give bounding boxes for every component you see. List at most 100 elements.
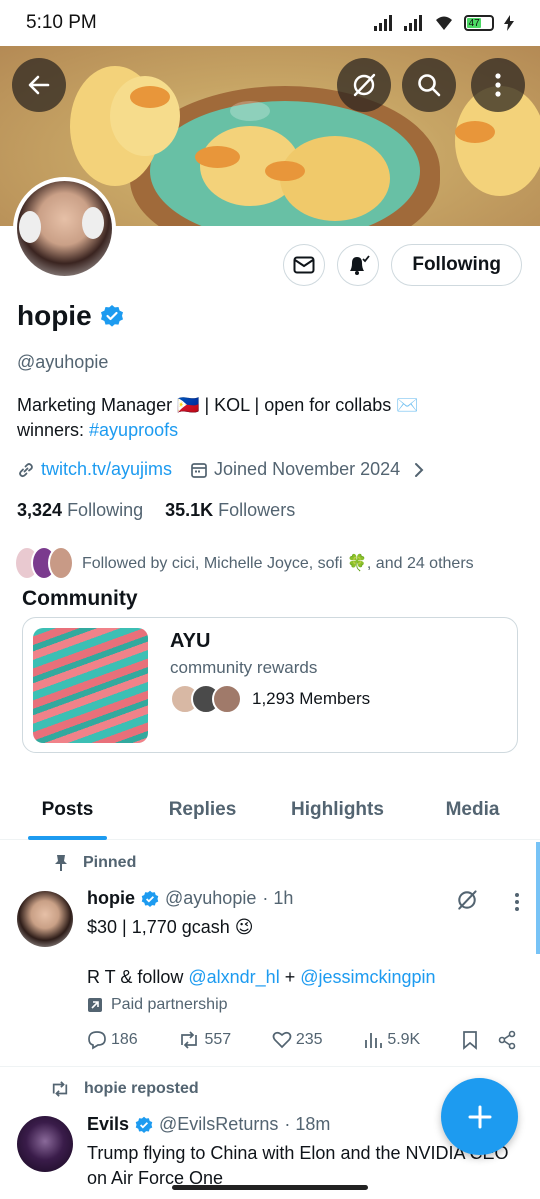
grok-icon <box>353 73 376 97</box>
link-icon <box>19 462 33 477</box>
bio-line-1: Marketing Manager 🇵🇭 | KOL | open for co… <box>17 395 419 415</box>
paid-partnership-icon <box>88 998 102 1012</box>
status-time: 5:10 PM <box>26 12 97 33</box>
status-bar: 5:10 PM 47 <box>0 0 540 46</box>
profile-actions: Following <box>283 244 522 286</box>
bookmark-icon[interactable] <box>461 1030 479 1050</box>
mention-link-1[interactable]: @alxndr_hl <box>188 967 279 987</box>
followed-by-text: Followed by cici, Michelle Joyce, sofi 🍀… <box>82 555 474 572</box>
community-card[interactable]: AYU community rewards 1,293 Members <box>22 617 518 753</box>
pin-icon <box>55 855 67 871</box>
post-line-2-mid: + <box>279 967 301 987</box>
post-grok-button[interactable] <box>455 888 479 917</box>
following-label: Following <box>67 500 144 520</box>
grok-icon <box>458 890 477 910</box>
following-button[interactable]: Following <box>391 244 522 286</box>
message-button[interactable] <box>283 244 326 286</box>
pinned-label: Pinned <box>83 854 137 871</box>
post-divider <box>0 1066 540 1067</box>
share-icon[interactable] <box>497 1030 517 1050</box>
followers-count-link[interactable]: 35.1K Followers <box>165 500 295 521</box>
scroll-indicator <box>536 842 540 954</box>
bio-line-2: winners: #ayuproofs <box>17 418 517 443</box>
repost-label: hopie reposted <box>84 1080 199 1097</box>
like-count: 235 <box>295 1031 323 1048</box>
post-author-handle: @ayuhopie <box>165 888 257 908</box>
profile-avatar[interactable] <box>13 177 116 280</box>
profile-name: hopie <box>17 300 92 331</box>
member-avatars <box>170 684 242 714</box>
bookmark-and-share <box>461 1030 517 1050</box>
post-author-avatar[interactable] <box>17 891 73 947</box>
following-count: 3,324 <box>17 500 63 520</box>
post-author-avatar[interactable] <box>17 1116 73 1172</box>
more-vertical-icon <box>515 893 519 911</box>
member-avatar <box>212 684 242 714</box>
search-button[interactable] <box>402 58 456 112</box>
post-more-button[interactable] <box>514 892 520 917</box>
repost-indicator: hopie reposted <box>50 1080 199 1098</box>
back-button[interactable] <box>12 58 66 112</box>
bio-hashtag-link[interactable]: #ayuproofs <box>89 420 178 440</box>
heart-icon <box>272 1031 292 1049</box>
charging-icon <box>504 15 514 31</box>
more-options-button[interactable] <box>471 58 525 112</box>
repost-button[interactable]: 557 <box>178 1030 231 1050</box>
signal-icon <box>374 15 392 31</box>
followers-label: Followers <box>218 500 296 520</box>
verified-badge-icon <box>141 890 159 907</box>
following-count-link[interactable]: 3,324 Following <box>17 500 143 521</box>
bell-check-icon <box>350 255 371 275</box>
like-button[interactable]: 235 <box>272 1030 323 1050</box>
battery-level: 47 <box>467 18 482 29</box>
notifications-button[interactable] <box>337 244 380 286</box>
banner-duck-beak <box>130 86 170 108</box>
battery-icon: 47 <box>464 15 494 31</box>
post-action-bar: 186 557 235 5.9K <box>87 1030 517 1050</box>
community-name: AYU <box>170 630 211 652</box>
profile-website-link[interactable]: twitch.tv/ayujims <box>41 459 172 480</box>
tab-highlights[interactable]: Highlights <box>270 784 405 839</box>
community-members: 1,293 Members <box>170 684 370 714</box>
followed-by-row[interactable]: Followed by cici, Michelle Joyce, sofi 🍀… <box>14 546 474 580</box>
mail-icon <box>293 256 315 274</box>
post-author-handle: @EvilsReturns <box>159 1114 279 1134</box>
repost-icon <box>52 1081 68 1097</box>
arrow-left-icon <box>28 75 50 95</box>
mention-link-2[interactable]: @jessimckingpin <box>300 967 435 987</box>
banner-highlight <box>230 101 270 121</box>
tab-posts[interactable]: Posts <box>0 784 135 840</box>
post-author-name[interactable]: hopie <box>87 888 135 909</box>
post-header: hopie @ayuhopie · 1h <box>87 888 293 909</box>
compose-post-button[interactable] <box>441 1078 518 1155</box>
grok-button[interactable] <box>337 58 391 112</box>
tab-media[interactable]: Media <box>405 784 540 839</box>
post-author-name[interactable]: Evils <box>87 1114 129 1135</box>
followed-by-avatars <box>14 546 74 580</box>
profile-name-row: hopie <box>17 300 124 332</box>
community-subtitle: community rewards <box>170 658 318 677</box>
profile-follow-counts: 3,324 Following 35.1K Followers <box>17 500 295 521</box>
signal-icon-2 <box>404 15 422 31</box>
home-indicator[interactable] <box>172 1185 368 1190</box>
repost-count: 557 <box>204 1031 232 1048</box>
reply-button[interactable]: 186 <box>87 1030 138 1050</box>
profile-handle: @ayuhopie <box>17 352 109 372</box>
community-image <box>33 628 148 743</box>
profile-tabs: Posts Replies Highlights Media <box>0 784 540 840</box>
verified-badge-icon <box>135 1116 153 1133</box>
post-time: · 1h <box>262 888 294 908</box>
views-button[interactable]: 5.9K <box>363 1030 420 1050</box>
repost-icon <box>181 1031 198 1049</box>
tab-replies[interactable]: Replies <box>135 784 270 839</box>
paid-partnership-text: Paid partnership <box>111 996 228 1013</box>
post-line-1: $30 | 1,770 gcash 😉 <box>87 917 254 937</box>
more-vertical-icon <box>495 73 501 97</box>
banner-duck-beak <box>455 121 495 143</box>
bio-prefix: winners: <box>17 420 90 440</box>
profile-joined-date: Joined November 2024 <box>214 459 401 479</box>
verified-badge-icon[interactable] <box>100 304 124 328</box>
chevron-right-icon[interactable] <box>412 461 426 479</box>
post-body: $30 | 1,770 gcash 😉 R T & follow @alxndr… <box>87 915 527 990</box>
paid-partnership-label: Paid partnership <box>87 996 228 1014</box>
